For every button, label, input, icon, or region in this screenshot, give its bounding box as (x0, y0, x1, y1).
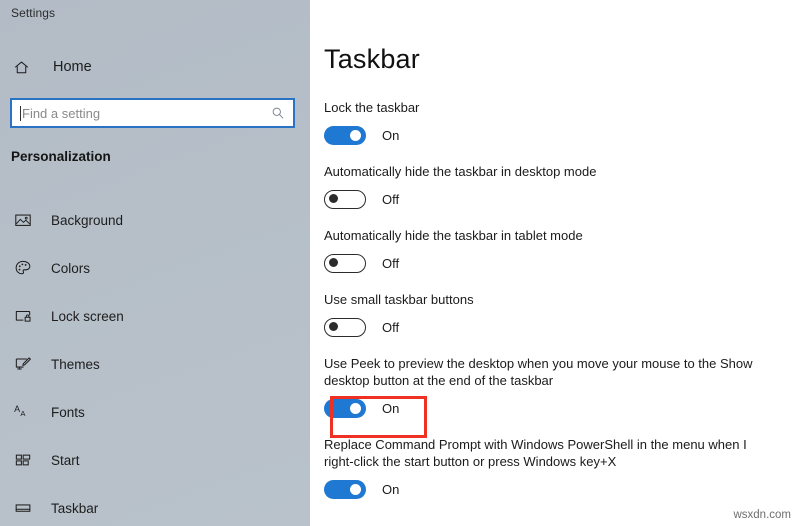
brush-monitor-icon (14, 355, 40, 373)
sidebar-item-fonts[interactable]: A A Fonts (0, 388, 310, 436)
sidebar-nav-list: Background Colors Lock screen Themes A A… (0, 196, 310, 526)
fonts-aa-icon: A A (14, 403, 40, 421)
toggle-knob (329, 321, 338, 331)
setting-label: Replace Command Prompt with Windows Powe… (324, 437, 747, 469)
page-title: Taskbar (324, 44, 420, 74)
settings-window: Settings Home Perso (0, 0, 800, 526)
toggle-row: On (324, 476, 779, 502)
setting-label: Automatically hide the taskbar in deskto… (324, 164, 597, 179)
sidebar-item-lock-screen[interactable]: Lock screen (0, 292, 310, 340)
setting-replace-command-prompt: Replace Command Prompt with Windows Powe… (324, 436, 779, 502)
setting-auto-hide-tablet-mode: Automatically hide the taskbar in tablet… (324, 227, 779, 276)
toggle-state-label: On (382, 127, 400, 143)
toggle-row: On (324, 122, 779, 148)
setting-label: Automatically hide the taskbar in tablet… (324, 228, 583, 243)
sidebar-item-start[interactable]: Start (0, 436, 310, 484)
toggle-state-label: On (382, 400, 400, 416)
setting-label: Lock the taskbar (324, 100, 420, 115)
svg-text:A: A (14, 404, 20, 414)
search-icon (271, 106, 285, 120)
sidebar-item-taskbar[interactable]: Taskbar (0, 484, 310, 526)
toggle-use-small-taskbar-buttons[interactable] (324, 317, 366, 337)
start-tiles-icon (14, 451, 40, 469)
sidebar-item-home[interactable]: Home (0, 52, 310, 82)
sidebar-section-header: Personalization (11, 149, 111, 164)
sidebar: Settings Home Perso (0, 0, 310, 526)
toggle-row: Off (324, 250, 779, 276)
toggle-lock-the-taskbar[interactable] (324, 125, 366, 145)
toggle-state-label: Off (382, 191, 400, 207)
search-input[interactable] (21, 100, 263, 126)
toggle-knob (329, 257, 338, 267)
toggle-auto-hide-desktop-mode[interactable] (324, 189, 366, 209)
toggle-knob (350, 129, 361, 141)
toggle-knob (350, 402, 361, 414)
toggle-knob (350, 483, 361, 495)
settings-list: Lock the taskbar On Automatically hide t… (324, 99, 779, 517)
setting-label: Use small taskbar buttons (324, 292, 474, 307)
lock-screen-icon (14, 307, 40, 325)
search-button[interactable] (263, 100, 293, 126)
picture-icon (14, 211, 40, 229)
svg-text:A: A (20, 409, 26, 418)
toggle-state-label: Off (382, 319, 400, 335)
home-icon (13, 59, 41, 76)
taskbar-icon (14, 499, 40, 517)
toggle-auto-hide-tablet-mode[interactable] (324, 253, 366, 273)
sidebar-item-themes-label: Themes (51, 356, 100, 372)
toggle-row: Off (324, 186, 779, 212)
setting-use-peek: Use Peek to preview the desktop when you… (324, 355, 779, 421)
sidebar-item-colors-label: Colors (51, 260, 91, 276)
palette-icon (14, 259, 40, 277)
window-title: Settings (11, 6, 56, 20)
sidebar-item-lock-screen-label: Lock screen (51, 308, 124, 324)
setting-label: Use Peek to preview the desktop when you… (324, 356, 753, 388)
main-content: Taskbar Lock the taskbar On Automaticall… (310, 0, 800, 526)
setting-auto-hide-desktop-mode: Automatically hide the taskbar in deskto… (324, 163, 779, 212)
sidebar-item-start-label: Start (51, 452, 80, 468)
toggle-knob (329, 193, 338, 203)
toggle-replace-command-prompt[interactable] (324, 479, 366, 499)
sidebar-item-home-label: Home (53, 59, 92, 75)
toggle-state-label: On (382, 481, 400, 497)
watermark: wsxdn.com (733, 509, 791, 521)
sidebar-item-themes[interactable]: Themes (0, 340, 310, 388)
sidebar-item-background-label: Background (51, 212, 124, 228)
search-box[interactable] (10, 98, 295, 128)
setting-lock-the-taskbar: Lock the taskbar On (324, 99, 779, 148)
setting-use-small-taskbar-buttons: Use small taskbar buttons Off (324, 291, 779, 340)
sidebar-item-background[interactable]: Background (0, 196, 310, 244)
toggle-use-peek[interactable] (324, 398, 366, 418)
toggle-row: Off (324, 314, 779, 340)
sidebar-item-taskbar-label: Taskbar (51, 500, 99, 516)
toggle-row: On (324, 395, 779, 421)
sidebar-item-fonts-label: Fonts (51, 404, 85, 420)
toggle-state-label: Off (382, 255, 400, 271)
sidebar-item-colors[interactable]: Colors (0, 244, 310, 292)
